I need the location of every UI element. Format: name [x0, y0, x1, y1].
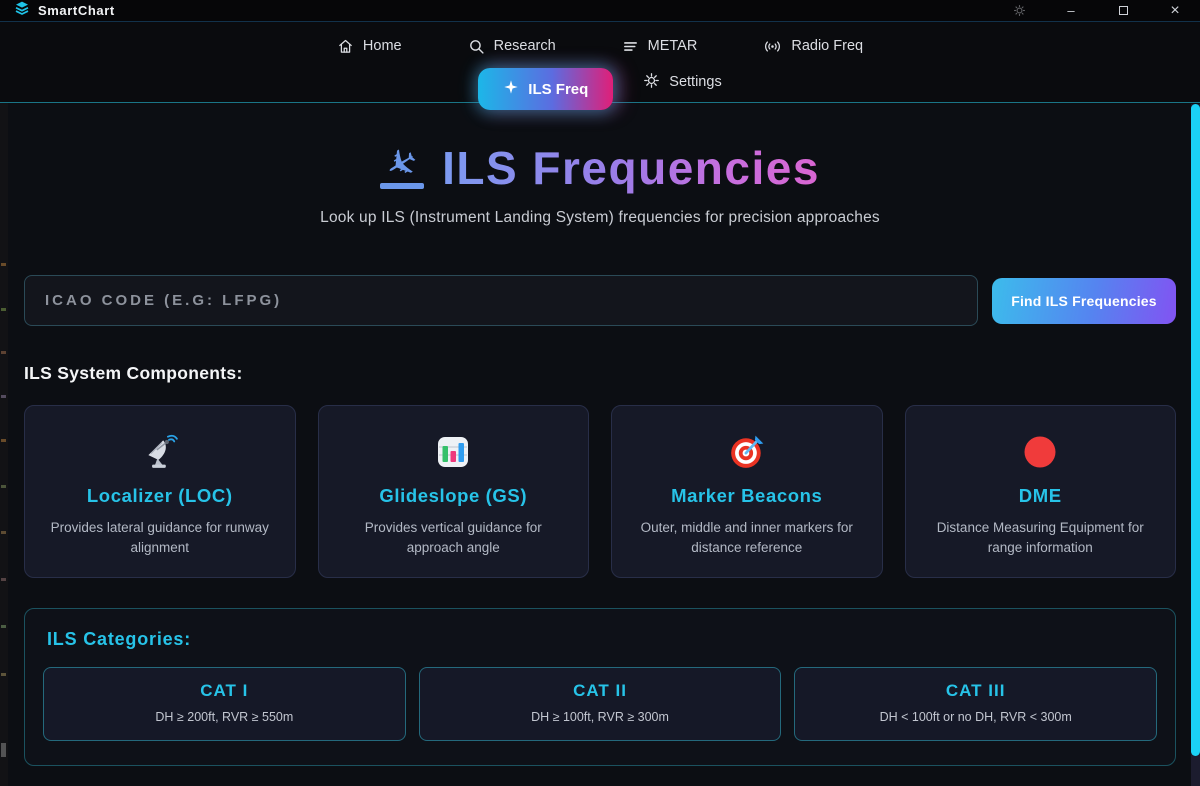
gear-icon [643, 72, 660, 93]
maximize-icon [1119, 6, 1128, 15]
nav-label: METAR [648, 38, 698, 54]
component-description: Provides lateral guidance for runway ali… [39, 518, 281, 557]
nav-item-research[interactable]: Research [468, 38, 556, 55]
nav-label: Research [494, 38, 556, 54]
component-title: Glideslope (GS) [333, 485, 575, 507]
categories-heading: ILS Categories: [47, 629, 1157, 650]
component-description: Distance Measuring Equipment for range i… [920, 518, 1162, 557]
main-nav: Home Research METAR [0, 22, 1200, 103]
page-subtitle: Look up ILS (Instrument Landing System) … [24, 209, 1176, 227]
menu-lines-icon [622, 38, 639, 55]
component-title: Marker Beacons [626, 485, 868, 507]
tab-ils-freq-active[interactable]: ILS Freq [478, 68, 613, 110]
components-cards: Localizer (LOC) Provides lateral guidanc… [24, 405, 1176, 578]
component-card-glideslope: Glideslope (GS) Provides vertical guidan… [318, 405, 590, 578]
titlebar: SmartChart – × [0, 0, 1200, 22]
category-description: DH ≥ 200ft, RVR ≥ 550m [54, 710, 395, 724]
component-card-dme: DME Distance Measuring Equipment for ran… [905, 405, 1177, 578]
tab-label: Settings [669, 74, 721, 90]
category-card-cat1: CAT I DH ≥ 200ft, RVR ≥ 550m [43, 667, 406, 741]
tab-label: ILS Freq [528, 81, 588, 98]
nav-label: Home [363, 38, 402, 54]
category-description: DH ≥ 100ft, RVR ≥ 300m [430, 710, 771, 724]
component-description: Provides vertical guidance for approach … [333, 518, 575, 557]
search-icon [468, 38, 485, 55]
background-window-strip [0, 103, 8, 786]
scrollbar-track[interactable] [1191, 104, 1200, 786]
satellite-antenna-icon [39, 433, 281, 471]
layers-logo-icon [14, 0, 30, 21]
page-title: ILS Frequencies [442, 141, 820, 195]
tab-settings[interactable]: Settings [643, 72, 721, 99]
components-heading: ILS System Components: [24, 363, 1176, 384]
ils-categories-panel: ILS Categories: CAT I DH ≥ 200ft, RVR ≥ … [24, 608, 1176, 766]
category-card-cat2: CAT II DH ≥ 100ft, RVR ≥ 300m [419, 667, 782, 741]
category-title: CAT II [430, 681, 771, 701]
component-title: DME [920, 485, 1162, 507]
component-card-marker-beacons: Marker Beacons Outer, middle and inner m… [611, 405, 883, 578]
plane-landing-icon: ✈ [380, 147, 424, 188]
app-brand: SmartChart [14, 0, 115, 21]
sparkle-icon [503, 79, 519, 99]
category-title: CAT III [805, 681, 1146, 701]
category-description: DH < 100ft or no DH, RVR < 300m [805, 710, 1146, 724]
maximize-button[interactable] [1114, 3, 1132, 19]
radio-waves-icon [763, 38, 782, 55]
titlebar-settings-icon[interactable] [1010, 3, 1028, 19]
hero-section: ✈ ILS Frequencies Look up ILS (Instrumen… [24, 141, 1176, 227]
scrollbar-thumb[interactable] [1191, 104, 1200, 756]
close-button[interactable]: × [1166, 3, 1184, 19]
nav-item-radio-freq[interactable]: Radio Freq [763, 38, 863, 55]
icao-code-input[interactable] [24, 275, 978, 326]
minimize-button[interactable]: – [1062, 3, 1080, 19]
component-title: Localizer (LOC) [39, 485, 281, 507]
find-ils-frequencies-button[interactable]: Find ILS Frequencies [992, 278, 1176, 324]
bar-chart-icon [333, 433, 575, 471]
home-icon [337, 38, 354, 55]
red-circle-icon [920, 433, 1162, 471]
search-row: Find ILS Frequencies [24, 275, 1176, 326]
category-card-cat3: CAT III DH < 100ft or no DH, RVR < 300m [794, 667, 1157, 741]
nav-label: Radio Freq [791, 38, 863, 54]
component-card-localizer: Localizer (LOC) Provides lateral guidanc… [24, 405, 296, 578]
nav-item-home[interactable]: Home [337, 38, 402, 55]
main-content: ✈ ILS Frequencies Look up ILS (Instrumen… [0, 141, 1200, 766]
app-title: SmartChart [38, 3, 115, 18]
category-title: CAT I [54, 681, 395, 701]
target-icon [626, 433, 868, 471]
nav-item-metar[interactable]: METAR [622, 38, 698, 55]
component-description: Outer, middle and inner markers for dist… [626, 518, 868, 557]
